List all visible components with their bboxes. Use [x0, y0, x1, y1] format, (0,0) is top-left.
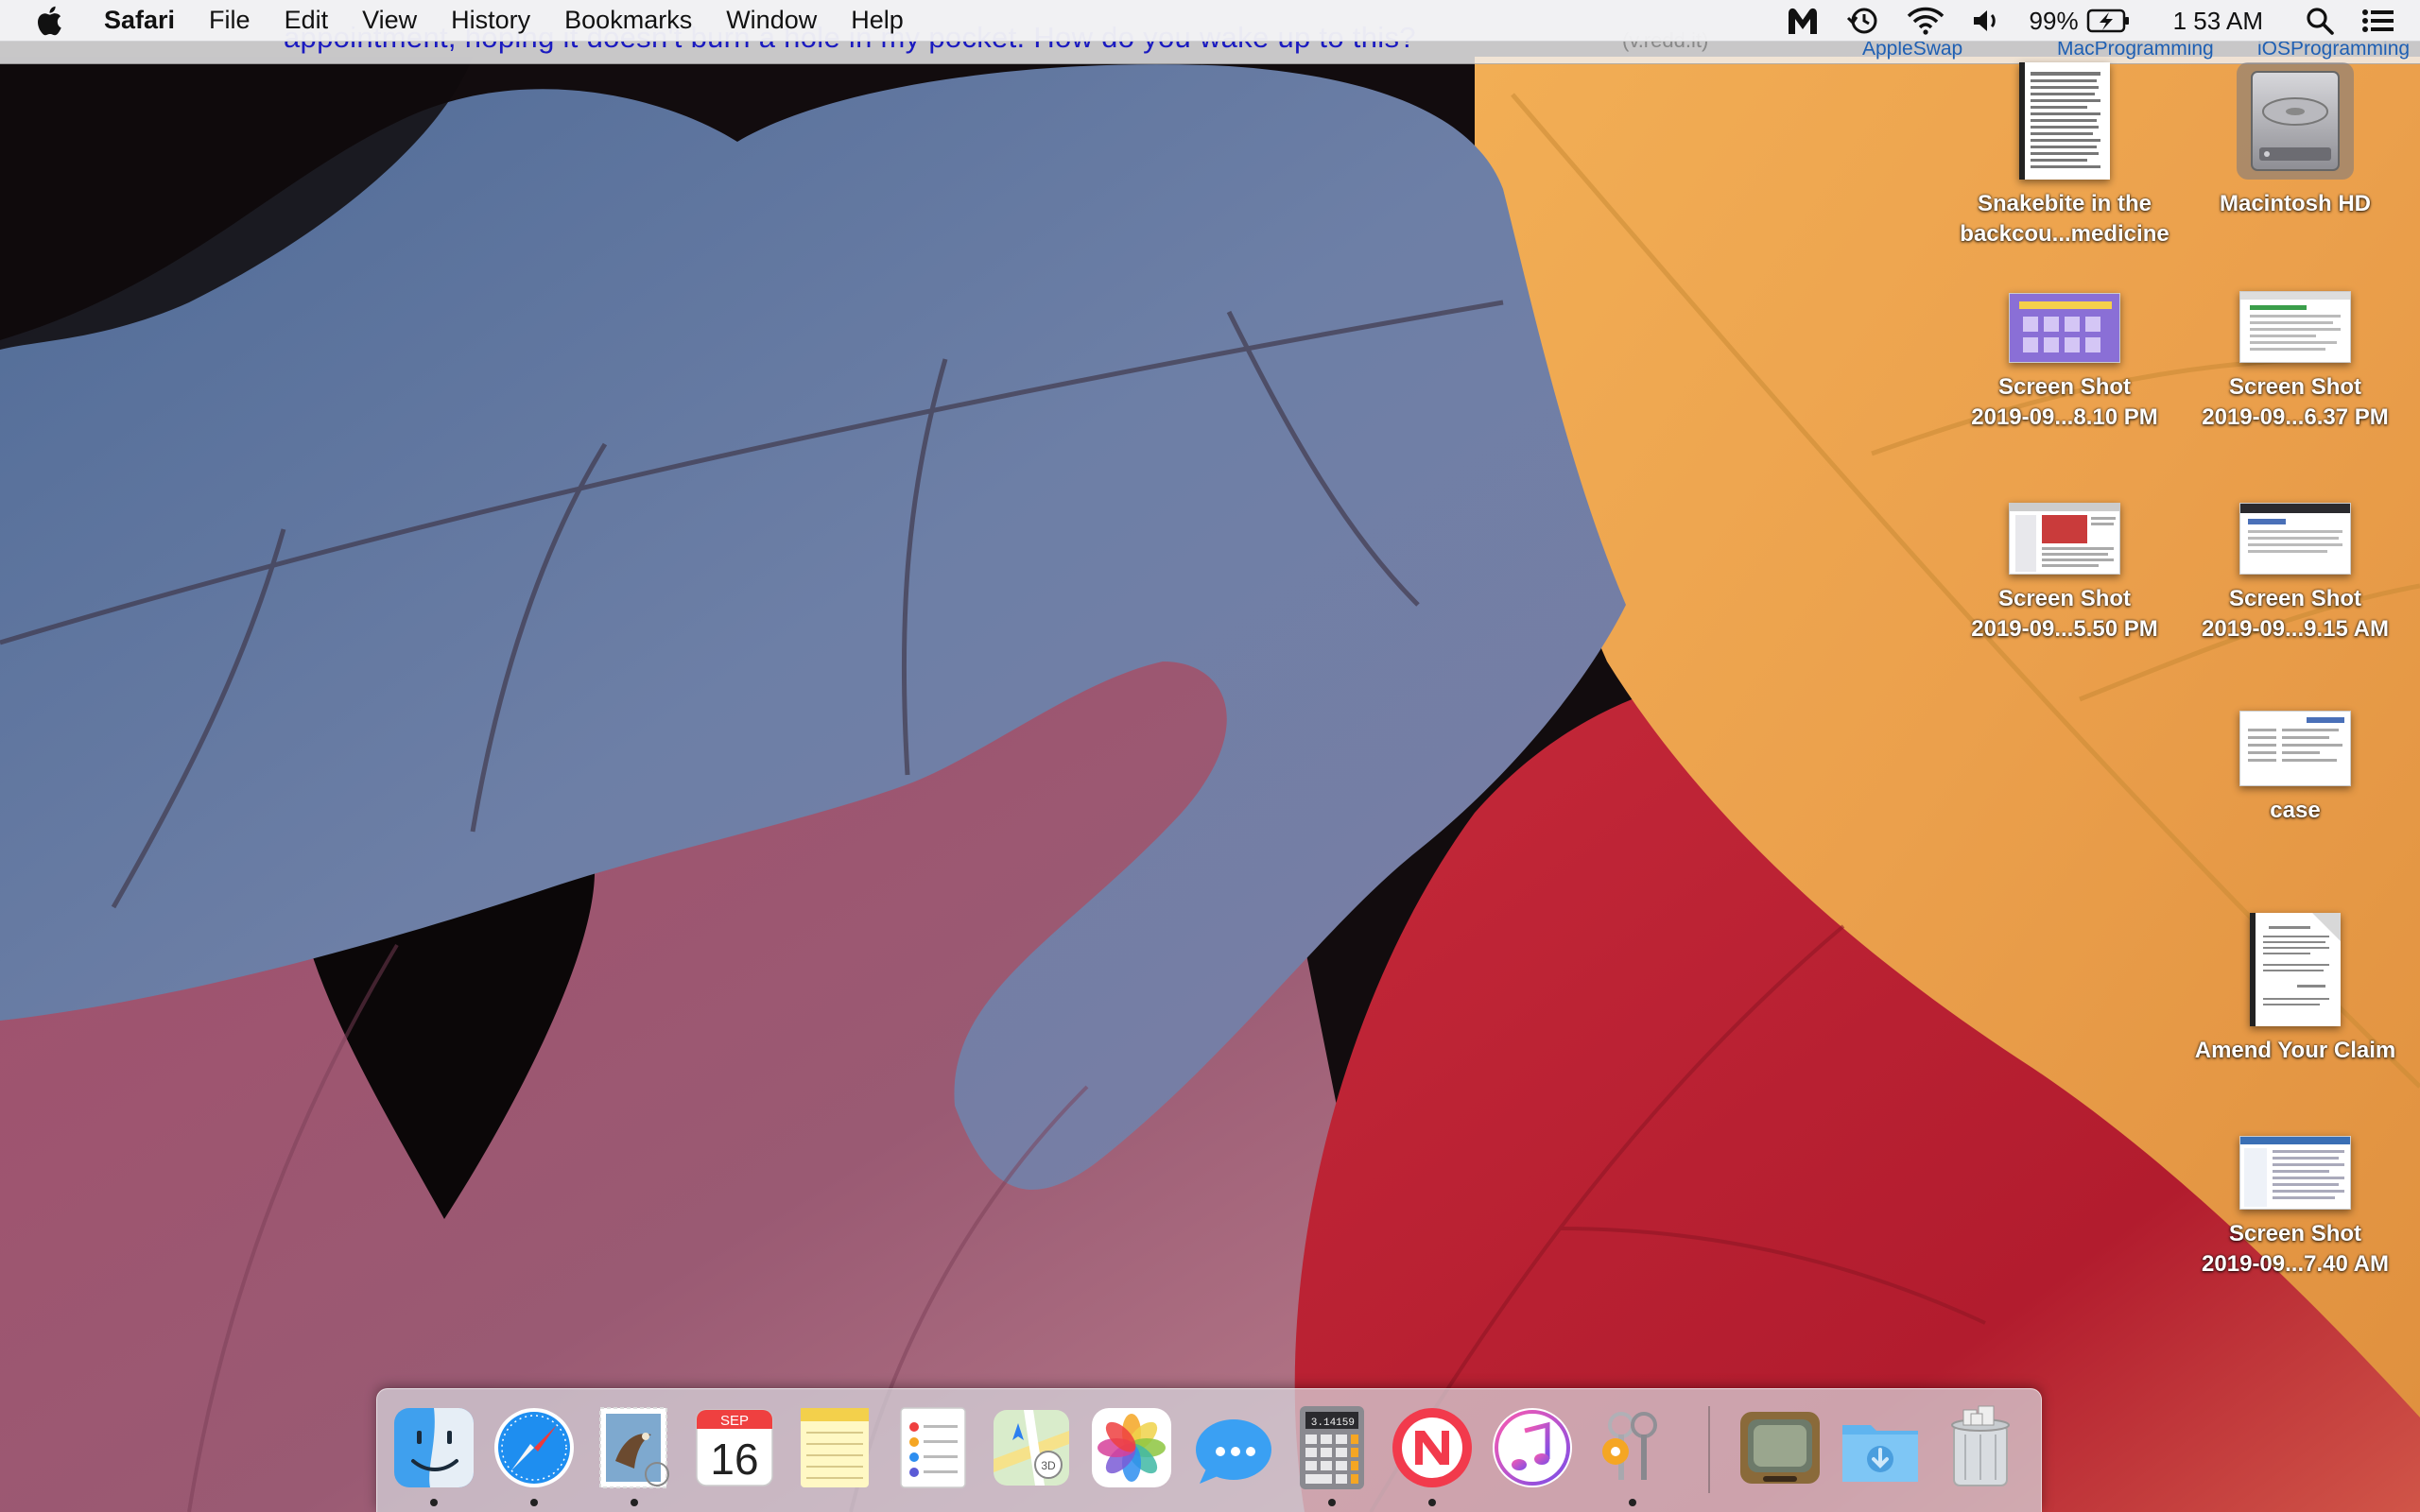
maps-icon: 3D — [994, 1410, 1069, 1486]
malwarebytes-icon[interactable] — [1772, 0, 1833, 42]
calculator-icon: 3.14159 — [1300, 1406, 1364, 1489]
running-indicator — [631, 1499, 638, 1506]
dock-notes[interactable] — [789, 1402, 880, 1493]
downloads-folder-icon — [1842, 1425, 1918, 1482]
itunes-icon — [1493, 1408, 1572, 1487]
dock-trash[interactable] — [1935, 1402, 2026, 1493]
icon-label-selected: Macintosh HD — [2219, 191, 2371, 216]
dock-tv-app[interactable] — [1735, 1402, 1825, 1493]
battery-charging-icon[interactable] — [2083, 0, 2145, 42]
icon-label-line1: Screen Shot — [2228, 586, 2362, 611]
calculator-display: 3.14159 — [1311, 1418, 1355, 1429]
reminders-icon — [900, 1407, 966, 1488]
icon-label-line2: 2019-09...8.10 PM — [1971, 404, 2158, 430]
dock-messages[interactable] — [1186, 1402, 1277, 1493]
running-indicator — [1428, 1499, 1436, 1506]
menu-help[interactable]: Help — [834, 6, 921, 35]
notes-icon — [801, 1408, 869, 1487]
svg-text:3D: 3D — [1041, 1459, 1056, 1472]
apple-logo-icon — [38, 6, 61, 35]
spotlight-search-icon[interactable] — [2291, 0, 2348, 42]
screenshot-thumbnail-icon — [2009, 503, 2120, 575]
screenshot-thumbnail-icon — [2239, 291, 2351, 363]
running-indicator — [1629, 1499, 1636, 1506]
safari-icon — [494, 1408, 574, 1487]
desktop-icon-amend-your-claim[interactable]: Amend Your Claim — [2172, 900, 2418, 1066]
desktop-icon-screenshot-810pm[interactable]: Screen Shot 2019-09...8.10 PM — [1942, 265, 2187, 433]
menu-file[interactable]: File — [192, 6, 268, 35]
screenshot-thumbnail-icon — [2009, 293, 2120, 363]
dock-reminders[interactable] — [888, 1402, 978, 1493]
apple-menu[interactable] — [0, 6, 98, 36]
screenshot-thumbnail-icon — [2239, 503, 2351, 575]
wifi-icon[interactable] — [1893, 0, 1958, 42]
menu-view[interactable]: View — [345, 6, 434, 35]
dock-downloads-folder[interactable] — [1835, 1402, 1926, 1493]
menu-edit[interactable]: Edit — [268, 6, 346, 35]
desktop-icon-screenshot-550pm[interactable]: Screen Shot 2019-09...5.50 PM — [1942, 476, 2187, 644]
desktop-icon-screenshot-915am[interactable]: Screen Shot 2019-09...9.15 AM — [2172, 476, 2418, 644]
messages-icon — [1196, 1419, 1271, 1484]
calendar-month: SEP — [720, 1413, 749, 1429]
dock-safari[interactable] — [489, 1402, 579, 1493]
pdf-thumbnail-icon — [2250, 913, 2341, 1026]
dock-keychain-access[interactable] — [1587, 1402, 1678, 1493]
status-menus: 99% 1 53 AM — [1772, 0, 2420, 42]
hard-drive-icon — [2237, 62, 2354, 180]
desktop-icon-screenshot-637pm[interactable]: Screen Shot 2019-09...6.37 PM — [2172, 265, 2418, 433]
dock: SEP 16 3D 3.14159 — [376, 1388, 2042, 1512]
dock-calendar[interactable]: SEP 16 — [689, 1402, 780, 1493]
pdf-thumbnail-icon — [2019, 62, 2110, 180]
running-indicator — [1328, 1499, 1336, 1506]
icon-label-line2: 2019-09...7.40 AM — [2202, 1251, 2389, 1277]
dock-mail[interactable] — [589, 1402, 680, 1493]
screenshot-thumbnail-icon — [2239, 1136, 2351, 1210]
icon-label-line2: 2019-09...6.37 PM — [2202, 404, 2389, 430]
news-icon — [1392, 1408, 1472, 1487]
icon-label-line1: Screen Shot — [1997, 586, 2132, 611]
notification-center-icon[interactable] — [2348, 0, 2420, 42]
running-indicator — [430, 1499, 438, 1506]
icon-label-line2: 2019-09...9.15 AM — [2202, 616, 2389, 642]
volume-icon[interactable] — [1958, 0, 2016, 42]
calendar-day: 16 — [710, 1435, 758, 1484]
icon-label-line1: Snakebite in the — [1977, 191, 2152, 216]
dock-maps[interactable]: 3D — [986, 1402, 1077, 1493]
dock-photos[interactable] — [1086, 1402, 1177, 1493]
keychain-icon — [1602, 1412, 1657, 1480]
battery-percent[interactable]: 99% — [2016, 0, 2083, 42]
calendar-icon: SEP 16 — [696, 1409, 773, 1486]
menubar-clock[interactable]: 1 53 AM — [2145, 0, 2291, 42]
icon-label-line1: Screen Shot — [2228, 1221, 2362, 1246]
icon-label-line1: Screen Shot — [2228, 374, 2362, 400]
menu-window[interactable]: Window — [709, 6, 834, 35]
desktop-icon-snakebite-pdf[interactable]: Snakebite in the backcou...medicine — [1942, 53, 2187, 249]
icon-label-line1: case — [2270, 798, 2321, 823]
screenshot-thumbnail-icon — [2239, 711, 2351, 786]
icon-label-line1: Screen Shot — [1997, 374, 2132, 400]
menu-bar: Safari File Edit View History Bookmarks … — [0, 0, 2420, 42]
menu-bookmarks[interactable]: Bookmarks — [547, 6, 709, 35]
menu-app-safari[interactable]: Safari — [98, 6, 192, 35]
menu-history[interactable]: History — [434, 6, 547, 35]
dock-news[interactable] — [1387, 1402, 1478, 1493]
desktop-icon-macintosh-hd[interactable]: Macintosh HD — [2172, 53, 2418, 219]
desktop-icon-screenshot-740am[interactable]: Screen Shot 2019-09...7.40 AM — [2172, 1111, 2418, 1280]
photos-icon — [1092, 1408, 1171, 1487]
mail-stamp-icon — [599, 1407, 669, 1488]
dock-itunes[interactable] — [1487, 1402, 1578, 1493]
running-indicator — [530, 1499, 538, 1506]
desktop-icon-case[interactable]: case — [2172, 688, 2418, 826]
dock-separator — [1708, 1406, 1710, 1493]
icon-label-line2: 2019-09...5.50 PM — [1971, 616, 2158, 642]
icon-label-line1: Amend Your Claim — [2194, 1038, 2396, 1063]
trash-full-icon — [1951, 1405, 2010, 1486]
retro-tv-icon — [1740, 1412, 1820, 1484]
time-machine-icon[interactable] — [1833, 0, 1893, 42]
dock-calculator[interactable]: 3.14159 — [1287, 1402, 1377, 1493]
finder-icon — [394, 1408, 474, 1487]
dock-finder[interactable] — [389, 1402, 479, 1493]
icon-label-line2: backcou...medicine — [1960, 221, 2169, 247]
